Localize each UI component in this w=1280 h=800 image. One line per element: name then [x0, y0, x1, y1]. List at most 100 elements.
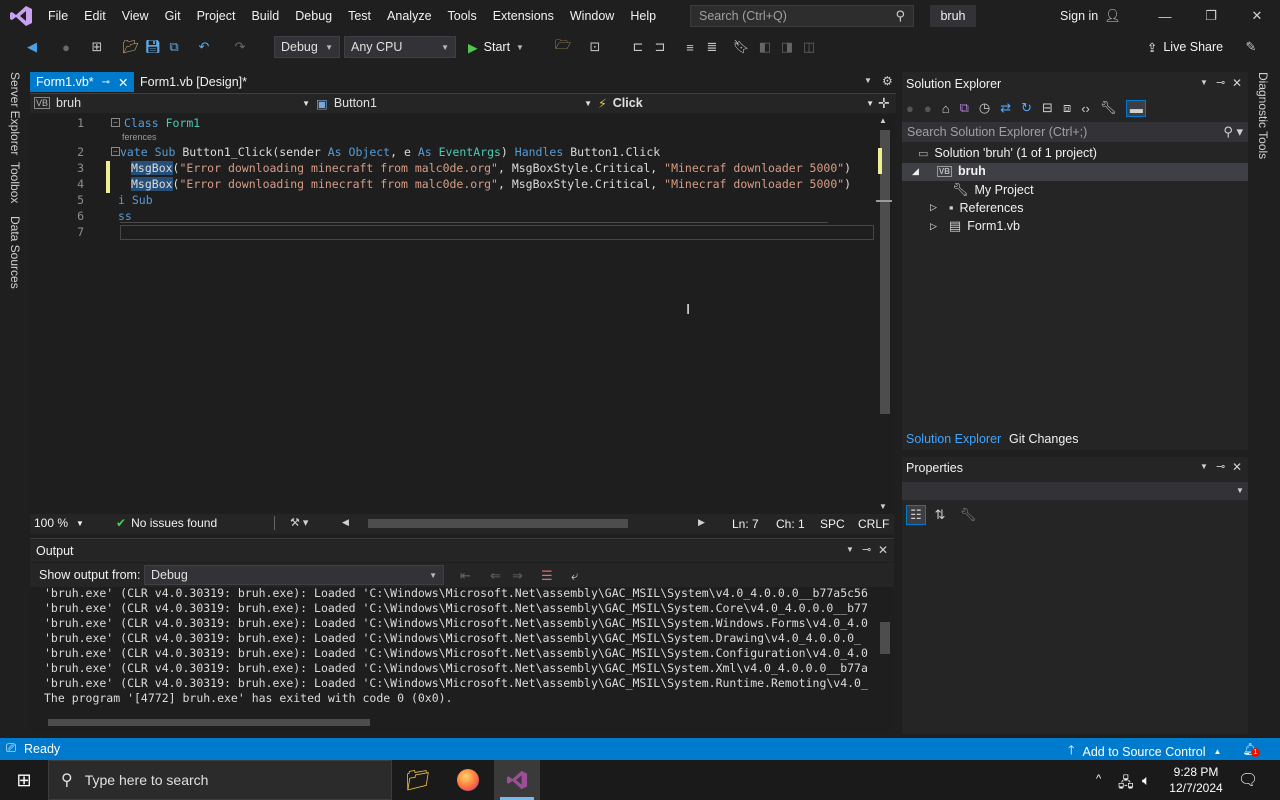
save-icon[interactable]: 💾︎: [145, 37, 162, 57]
diagnostic-tools-tab[interactable]: Diagnostic Tools: [1256, 72, 1270, 159]
horizontal-scroll-thumb[interactable]: [368, 519, 628, 528]
next-bookmark-icon[interactable]: ◨: [780, 37, 794, 57]
forward-icon[interactable]: ●: [924, 101, 932, 116]
prev-bookmark-icon[interactable]: ◧: [758, 37, 772, 57]
chevron-up-icon[interactable]: ^: [1096, 773, 1101, 785]
tab-git-changes[interactable]: Git Changes: [1009, 432, 1078, 446]
chevron-down-icon[interactable]: ▼: [1200, 462, 1208, 471]
platform-dropdown[interactable]: Any CPU ▼: [344, 36, 456, 58]
code-line-5[interactable]: i Sub: [118, 193, 153, 207]
project-node[interactable]: ◢ VB bruh: [912, 164, 986, 178]
categorized-icon[interactable]: ☷: [906, 505, 926, 525]
tab-form1-design[interactable]: Form1.vb [Design]*: [134, 72, 274, 92]
spacing-indicator[interactable]: SPC: [820, 517, 845, 531]
close-icon[interactable]: ✕: [1232, 460, 1242, 474]
tab-overflow-icon[interactable]: ▼: [864, 76, 872, 85]
references-node[interactable]: ▷ ▪︎ References: [930, 200, 1023, 215]
scroll-up-icon[interactable]: ▲: [879, 116, 887, 125]
windows-start-icon[interactable]: ⊞: [0, 760, 48, 800]
minimize-button[interactable]: —: [1142, 0, 1188, 32]
forward-icon[interactable]: ●: [58, 37, 74, 57]
code-view-icon[interactable]: ‹›: [1081, 101, 1090, 116]
sync-icon[interactable]: ⇄: [1000, 100, 1011, 116]
collapse-icon[interactable]: −: [111, 118, 120, 127]
split-icon[interactable]: ✛: [878, 95, 890, 112]
cleanup-icon[interactable]: ⚒ ▾: [290, 516, 308, 529]
event-dropdown[interactable]: ⚡ Click ▼: [598, 94, 874, 112]
sign-in-button[interactable]: Sign in 👤︎: [1060, 0, 1121, 32]
code-line-2[interactable]: vate Sub Button1_Click(sender As Object,…: [120, 145, 660, 159]
tab-solution-explorer[interactable]: Solution Explorer: [906, 432, 1001, 446]
comment-icon[interactable]: ⊏: [630, 37, 646, 57]
zoom-dropdown[interactable]: 100 % ▼: [34, 516, 84, 530]
toolbox-tab[interactable]: Toolbox: [8, 162, 22, 203]
menu-git[interactable]: Git: [157, 0, 189, 32]
undo-icon[interactable]: ↶: [196, 37, 212, 57]
feedback-icon[interactable]: ✎: [1242, 37, 1260, 57]
pin-icon[interactable]: ⊸: [862, 543, 871, 556]
pin-icon[interactable]: ⊸: [1216, 76, 1225, 89]
firefox-icon[interactable]: [448, 760, 488, 800]
save-all-icon[interactable]: ⧉: [166, 37, 182, 57]
close-icon[interactable]: ✕: [118, 75, 128, 90]
code-line-1[interactable]: Class Form1: [124, 116, 200, 130]
start-button[interactable]: ▶ Start ▼: [464, 37, 528, 57]
my-project-node[interactable]: 🔧︎ My Project: [952, 182, 1034, 198]
file-explorer-icon[interactable]: 📁︎: [398, 760, 438, 800]
pin-icon[interactable]: ⊸: [102, 77, 110, 88]
chevron-down-icon[interactable]: ▼: [846, 545, 854, 554]
open-folder-icon[interactable]: 📂︎: [122, 37, 140, 57]
collapse-all-icon[interactable]: ⊟: [1042, 100, 1053, 116]
volume-muted-icon[interactable]: 🔈︎: [1142, 772, 1150, 789]
tab-form1-vb[interactable]: Form1.vb* ⊸ ✕: [30, 72, 134, 92]
code-line-4[interactable]: MsgBox("Error downloading minecraft from…: [131, 177, 851, 191]
menu-help[interactable]: Help: [622, 0, 664, 32]
solution-name-badge[interactable]: bruh: [930, 5, 976, 27]
network-icon[interactable]: 🖧: [1118, 772, 1134, 796]
preview-icon[interactable]: ▬: [1126, 99, 1147, 117]
taskbar-search-box[interactable]: ⚲ Type here to search: [48, 760, 392, 800]
collapse-icon[interactable]: −: [111, 147, 120, 156]
issues-indicator[interactable]: ✔ No issues found: [116, 516, 217, 530]
property-pages-icon[interactable]: 🔧︎: [958, 505, 978, 525]
home-icon[interactable]: ⌂: [942, 101, 950, 116]
search-box[interactable]: Search (Ctrl+Q) ⚲: [690, 5, 914, 27]
menu-analyze[interactable]: Analyze: [379, 0, 439, 32]
clock[interactable]: 9:28 PM 12/7/2024: [1168, 764, 1224, 796]
notifications-icon[interactable]: 🔔︎ 1: [1240, 740, 1260, 758]
menu-extensions[interactable]: Extensions: [485, 0, 562, 32]
open-file-icon[interactable]: 🗁: [554, 37, 572, 57]
next-message-icon[interactable]: ⇒: [512, 568, 523, 584]
clear-all-icon[interactable]: ☰: [541, 568, 553, 584]
config-dropdown[interactable]: Debug ▼: [274, 36, 340, 58]
menu-file[interactable]: File: [40, 0, 76, 32]
output-source-dropdown[interactable]: Debug ▼: [144, 565, 444, 585]
scroll-left-icon[interactable]: ◀: [342, 517, 349, 528]
menu-tools[interactable]: Tools: [440, 0, 485, 32]
bookmark-icon[interactable]: 🔖︎: [733, 37, 750, 57]
codelens-references[interactable]: ferences: [122, 132, 157, 142]
solution-search-box[interactable]: Search Solution Explorer (Ctrl+;) ⚲ ▾: [902, 122, 1248, 142]
scroll-down-icon[interactable]: ▼: [879, 502, 887, 511]
menu-window[interactable]: Window: [562, 0, 622, 32]
refresh-icon[interactable]: ↻: [1021, 100, 1032, 116]
close-window-button[interactable]: ✕: [1234, 0, 1280, 32]
properties-object-selector[interactable]: [902, 482, 1248, 500]
back-icon[interactable]: ●: [906, 101, 914, 116]
scroll-right-icon[interactable]: ▶: [698, 517, 705, 528]
add-to-source-control-button[interactable]: 🡑 Add to Source Control ▲: [1068, 741, 1221, 762]
solution-node[interactable]: ▭ Solution 'bruh' (1 of 1 project): [918, 146, 1097, 160]
data-sources-tab[interactable]: Data Sources: [8, 216, 22, 289]
close-icon[interactable]: ✕: [878, 543, 888, 557]
code-line-6[interactable]: ss: [118, 209, 132, 223]
show-all-files-icon[interactable]: ⧈: [1063, 100, 1071, 116]
clear-bookmarks-icon[interactable]: ◫: [802, 37, 816, 57]
outdent-icon[interactable]: ≣: [704, 37, 720, 57]
project-dropdown[interactable]: VB bruh ▼: [34, 94, 310, 112]
find-message-icon[interactable]: ⇤: [460, 568, 471, 584]
menu-view[interactable]: View: [114, 0, 157, 32]
output-hscroll-thumb[interactable]: [48, 719, 370, 726]
new-project-icon[interactable]: ⊞: [88, 37, 106, 57]
uncomment-icon[interactable]: ⊐: [652, 37, 668, 57]
chevron-down-icon[interactable]: ▼: [1200, 78, 1208, 87]
